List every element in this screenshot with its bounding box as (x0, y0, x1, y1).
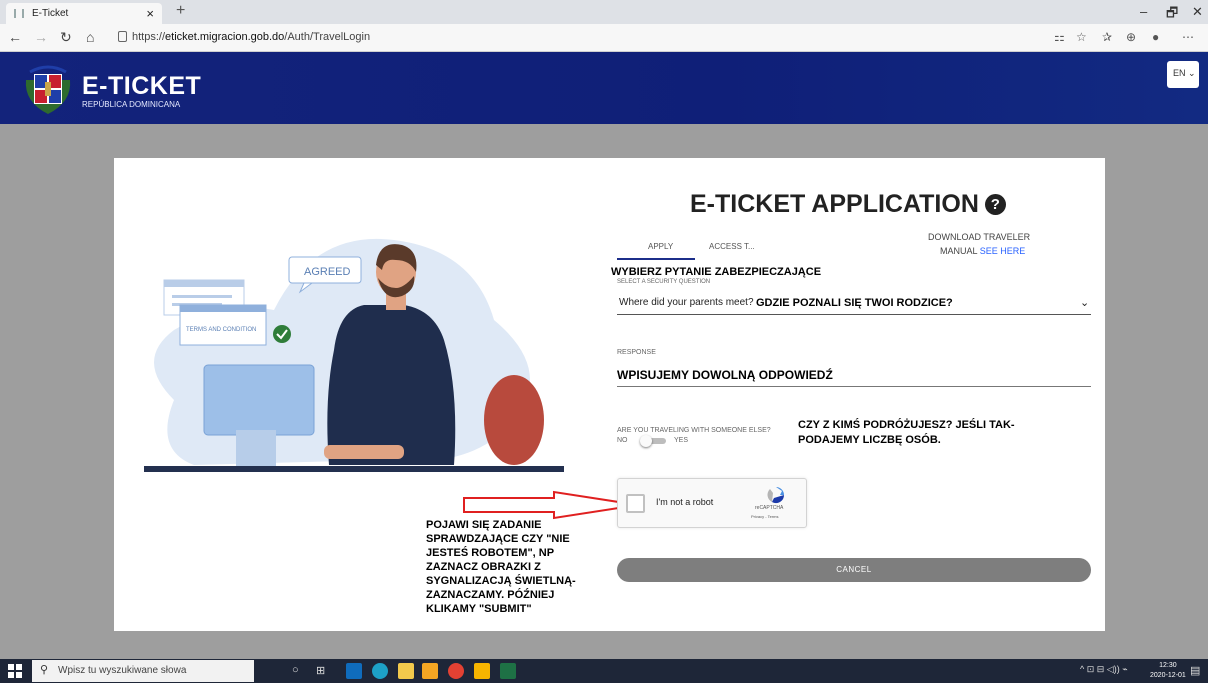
workspace-illustration: TERMS AND CONDITION AGREED (144, 238, 564, 472)
security-question-value: Where did your parents meet? (619, 297, 754, 308)
edge-icon[interactable] (372, 663, 388, 679)
captcha-note-line: KLIKAMY "SUBMIT" (426, 603, 532, 615)
refresh-icon[interactable]: ↻ (60, 29, 72, 46)
forward-icon[interactable]: → (34, 29, 48, 45)
recaptcha-logo-icon (767, 487, 785, 504)
url-prefix: https:// (132, 31, 166, 43)
minimize-icon[interactable]: – (1140, 4, 1147, 19)
app-icon[interactable] (474, 663, 490, 679)
manual-text-2: MANUAL SEE HERE (940, 246, 1025, 256)
back-icon[interactable]: ← (8, 29, 22, 45)
tab-access[interactable]: ACCESS T... (709, 242, 755, 251)
taskbar-search-input[interactable]: ⚲ Wpisz tu wyszukiwane słowa (32, 660, 254, 682)
tab-apply[interactable]: APPLY (648, 242, 673, 251)
page-title-text: E-TICKET APPLICATION (690, 190, 979, 218)
language-value: EN (1173, 68, 1186, 78)
page-title: E-TICKET APPLICATION? (690, 190, 1006, 219)
browser-tab[interactable]: E-Ticket × (6, 3, 162, 24)
agreed-bubble-text: AGREED (304, 266, 351, 278)
toggle-thumb (640, 435, 652, 447)
security-question-label: SELECT A SECURITY QUESTION (617, 279, 711, 285)
favorites-list-icon[interactable]: ✰ (1102, 30, 1112, 44)
captcha-note-line: ZAZNACZ OBRAZKI Z (426, 561, 541, 573)
response-label: RESPONSE (617, 349, 656, 356)
chrome-icon[interactable] (448, 663, 464, 679)
security-answer-note: GDZIE POZNALI SIĘ TWOI RODZICE? (756, 297, 953, 309)
travel-label: ARE YOU TRAVELING WITH SOMEONE ELSE? (617, 427, 771, 434)
outlook-icon[interactable] (346, 663, 362, 679)
new-tab-button[interactable]: + (176, 2, 185, 20)
terms-label: TERMS AND CONDITION (186, 327, 256, 333)
collections-icon[interactable]: ⊕ (1126, 30, 1136, 44)
recaptcha-brand: reCAPTCHA (755, 505, 784, 511)
notification-icon[interactable]: ▤ (1190, 664, 1200, 677)
taskbar-search-placeholder: Wpisz tu wyszukiwane słowa (58, 665, 187, 676)
security-note: WYBIERZ PYTANIE ZABEZPIECZAJĄCE (611, 266, 822, 278)
system-tray-icons[interactable]: ^ ⊡ ⊟ ◁)) ⌁ (1080, 664, 1128, 675)
red-arrow-annotation (463, 490, 639, 520)
clock-date: 2020-12-01 (1150, 672, 1186, 679)
travel-note-line-2: PODAJEMY LICZBĘ OSÓB. (798, 434, 941, 446)
brand-title: E-TICKET (82, 72, 202, 100)
taskbar-clock[interactable]: 12:30 2020-12-01 (1150, 661, 1186, 681)
brand-subtitle: REPÚBLICA DOMINICANA (82, 100, 181, 109)
coat-of-arms-icon (25, 65, 71, 114)
travel-companion-toggle[interactable] (640, 435, 668, 447)
windows-start-icon[interactable] (8, 664, 22, 678)
windows-taskbar: ⚲ Wpisz tu wyszukiwane słowa ○ ⊞ ^ ⊡ ⊟ ◁… (0, 659, 1208, 683)
captcha-note-line: SYGNALIZACJĄ ŚWIETLNĄ- (426, 575, 576, 587)
url-field[interactable]: https://eticket.migracion.gob.do/Auth/Tr… (132, 31, 370, 43)
manual-text: DOWNLOAD TRAVELER (928, 232, 1031, 242)
site-header: E-TICKET REPÚBLICA DOMINICANA EN ⌄ (0, 52, 1208, 124)
toggle-yes-label: YES (674, 437, 689, 444)
tab-favicon-icon (14, 9, 24, 18)
tab-title: E-Ticket (32, 8, 69, 19)
response-underline (617, 386, 1091, 387)
close-window-icon[interactable]: ✕ (1192, 4, 1203, 20)
captcha-note-line: ZAZNACZAMY. PÓŹNIEJ (426, 589, 555, 601)
search-icon: ⚲ (40, 664, 49, 676)
captcha-note: POJAWI SIĘ ZADANIE SPRAWDZAJĄCE CZY "NIE… (426, 518, 576, 616)
chevron-down-icon: ⌄ (1188, 68, 1196, 78)
manual-text-2-label: MANUAL (940, 246, 978, 256)
language-select[interactable]: EN ⌄ (1167, 61, 1199, 88)
read-aloud-icon[interactable]: ⚏ (1054, 30, 1065, 44)
clock-time: 12:30 (1159, 662, 1177, 669)
recaptcha-widget: I'm not a robot reCAPTCHA Privacy - Term… (617, 478, 807, 528)
chevron-down-icon: ⌄ (1080, 297, 1090, 309)
recaptcha-checkbox[interactable] (626, 494, 645, 513)
captcha-note-line: SPRAWDZAJĄCE CZY "NIE (426, 533, 570, 545)
tab-close-icon[interactable]: × (146, 6, 154, 21)
active-tab-indicator (617, 258, 695, 260)
captcha-note-line: POJAWI SIĘ ZADANIE (426, 519, 542, 531)
captcha-note-line: JESTEŚ ROBOTEM", NP (426, 547, 555, 559)
address-bar-row: ← → ↻ ⌂ https://eticket.migracion.gob.do… (0, 24, 1208, 52)
travel-note-line-1: CZY Z KIMŚ PODRÓŻUJESZ? JEŚLI TAK- (798, 419, 1015, 431)
cancel-button[interactable]: CANCEL (617, 558, 1091, 582)
task-view-icon[interactable]: ⊞ (316, 664, 325, 677)
recaptcha-privacy-link[interactable]: Privacy - Terms (751, 514, 778, 519)
response-note: WPISUJEMY DOWOLNĄ ODPOWIEDŹ (617, 368, 833, 382)
excel-icon[interactable] (500, 663, 516, 679)
select-underline (617, 314, 1091, 315)
more-menu-icon[interactable]: ⋯ (1182, 30, 1194, 44)
url-path: /Auth/TravelLogin (284, 31, 371, 43)
help-icon[interactable]: ? (984, 194, 1006, 215)
toggle-no-label: NO (617, 437, 628, 444)
home-icon[interactable]: ⌂ (86, 29, 94, 45)
lock-icon (118, 31, 127, 42)
cortana-icon[interactable]: ○ (292, 664, 299, 676)
favorite-star-icon[interactable]: ☆ (1076, 30, 1087, 44)
sticky-notes-icon[interactable] (422, 663, 438, 679)
file-explorer-icon[interactable] (398, 663, 414, 679)
url-domain: eticket.migracion.gob.do (165, 31, 285, 43)
recaptcha-label: I'm not a robot (656, 497, 714, 507)
manual-link[interactable]: SEE HERE (980, 246, 1026, 256)
profile-avatar-icon[interactable]: ● (1152, 30, 1159, 44)
maximize-icon[interactable]: 🗗 (1166, 4, 1178, 26)
browser-tab-strip: E-Ticket × + – 🗗 ✕ (0, 0, 1208, 24)
